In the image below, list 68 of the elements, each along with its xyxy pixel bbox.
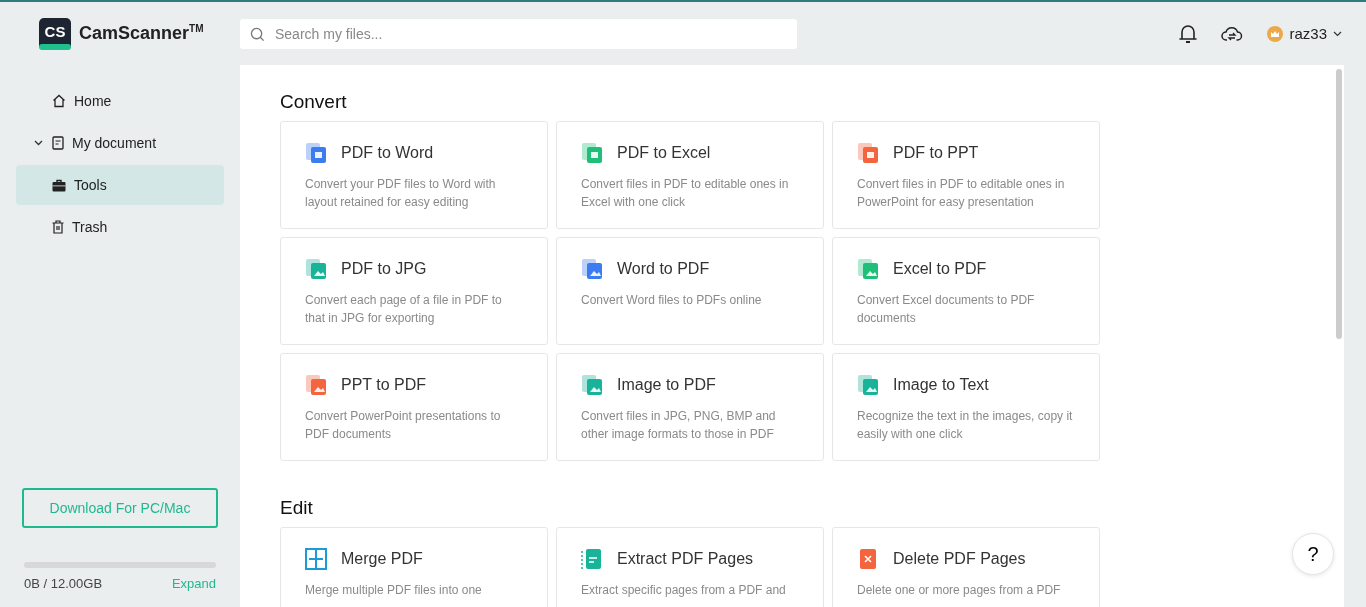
user-menu[interactable]: raz33 — [1267, 25, 1342, 42]
tool-name: Excel to PDF — [893, 260, 987, 278]
tool-description: Convert your PDF files to Word with layout retained for easy editing — [305, 176, 497, 211]
slides-file-icon — [857, 142, 879, 164]
delete-page-icon — [857, 548, 879, 570]
tool-description: Convert Word files to PDFs online — [581, 292, 763, 309]
tool-card[interactable]: Extract PDF Pages Extract specific pages from a PDF and — [556, 527, 824, 607]
tool-description: Merge multiple PDF files into one — [305, 582, 483, 599]
tool-description: Delete one or more pages from a PDF — [857, 582, 1062, 599]
tool-description: Convert files in JPG, PNG, BMP and other image formats to those in PDF — [581, 408, 777, 443]
logo-icon: CS — [39, 17, 71, 50]
tool-card[interactable]: PDF to Excel Convert files in PDF to editable ones in Excel with one click — [556, 121, 824, 229]
tool-name: Image to Text — [893, 376, 989, 394]
tool-card[interactable]: Image to Text Recognize the text in the images, copy it easily with one click — [832, 353, 1100, 461]
tool-description: Convert Excel documents to PDF documents — [857, 292, 1036, 327]
spreadsheet-file-icon — [581, 142, 603, 164]
tool-card[interactable]: Excel to PDF Convert Excel documents to PDF documents — [832, 237, 1100, 345]
tool-name: PPT to PDF — [341, 376, 427, 394]
slides-to-pdf-icon — [305, 374, 327, 396]
image-file-icon — [305, 258, 327, 280]
sidebar-item[interactable]: Home — [16, 81, 224, 121]
tool-description: Extract specific pages from a PDF and — [581, 582, 787, 599]
tool-card[interactable]: PDF to Word Convert your PDF files to Word with layout retained for easy editing — [280, 121, 548, 229]
tool-card[interactable]: Delete PDF Pages Delete one or more pages from a PDF — [832, 527, 1100, 607]
tool-name: PDF to PPT — [893, 144, 979, 162]
extract-pages-icon — [581, 548, 603, 570]
spreadsheet-to-pdf-icon — [857, 258, 879, 280]
tool-name: PDF to Word — [341, 144, 434, 162]
chevron-icon — [34, 140, 43, 146]
sidebar-item[interactable]: Tools — [16, 165, 224, 205]
sidebar-item[interactable]: My document — [16, 123, 224, 163]
tool-card[interactable]: Image to PDF Convert files in JPG, PNG, BMP and other image formats to those in PDF — [556, 353, 824, 461]
briefcase-icon — [52, 178, 66, 192]
image-to-pdf-icon — [581, 374, 603, 396]
tool-description: Convert each page of a file in PDF to that in JPG for exporting — [305, 292, 503, 327]
tool-card[interactable]: PPT to PDF Convert PowerPoint presentations to PDF documents — [280, 353, 548, 461]
tool-name: Merge PDF — [341, 550, 423, 568]
image-to-text-icon — [857, 374, 879, 396]
merge-icon — [305, 548, 327, 570]
search-field[interactable]: Search my files... — [240, 18, 797, 49]
document-icon — [52, 136, 64, 150]
tool-name: Extract PDF Pages — [617, 550, 754, 568]
sidebar-item[interactable]: Trash — [16, 207, 224, 247]
section-title: Edit — [280, 497, 314, 519]
tool-name: PDF to Excel — [617, 144, 711, 162]
tool-description: Convert PowerPoint presentations to PDF documents — [305, 408, 502, 443]
storage-usage: 0B / 12.00GB — [24, 576, 103, 591]
brand-name: CamScanner$^{TM}$ — [79, 23, 204, 44]
tool-card[interactable]: PDF to JPG Convert each page of a file in PDF to that in JPG for exporting — [280, 237, 548, 345]
tool-description: Recognize the text in the images, copy it easily with one click — [857, 408, 1074, 443]
word-to-pdf-icon — [581, 258, 603, 280]
tool-name: PDF to JPG — [341, 260, 427, 278]
tool-card[interactable]: Word to PDF Convert Word files to PDFs online — [556, 237, 824, 345]
tool-name: Word to PDF — [617, 260, 710, 278]
tool-name: Image to PDF — [617, 376, 716, 394]
tool-card[interactable]: Merge PDF Merge multiple PDF files into one — [280, 527, 548, 607]
home-icon — [52, 94, 66, 108]
word-file-icon — [305, 142, 327, 164]
tool-card[interactable]: PDF to PPT Convert files in PDF to editable ones in PowerPoint for easy presentation — [832, 121, 1100, 229]
tool-name: Delete PDF Pages — [893, 550, 1026, 568]
chevron-down-icon — [1333, 30, 1342, 37]
cloud-sync-icon[interactable] — [1221, 24, 1244, 43]
bell-icon[interactable] — [1179, 23, 1198, 44]
trash-icon — [52, 220, 64, 234]
tool-description: Convert files in PDF to editable ones in Excel with one click — [581, 176, 790, 211]
crown-avatar-icon — [1267, 25, 1284, 42]
tool-description: Convert files in PDF to editable ones in PowerPoint for easy presentation — [857, 176, 1066, 211]
section-title: Convert — [280, 91, 348, 113]
